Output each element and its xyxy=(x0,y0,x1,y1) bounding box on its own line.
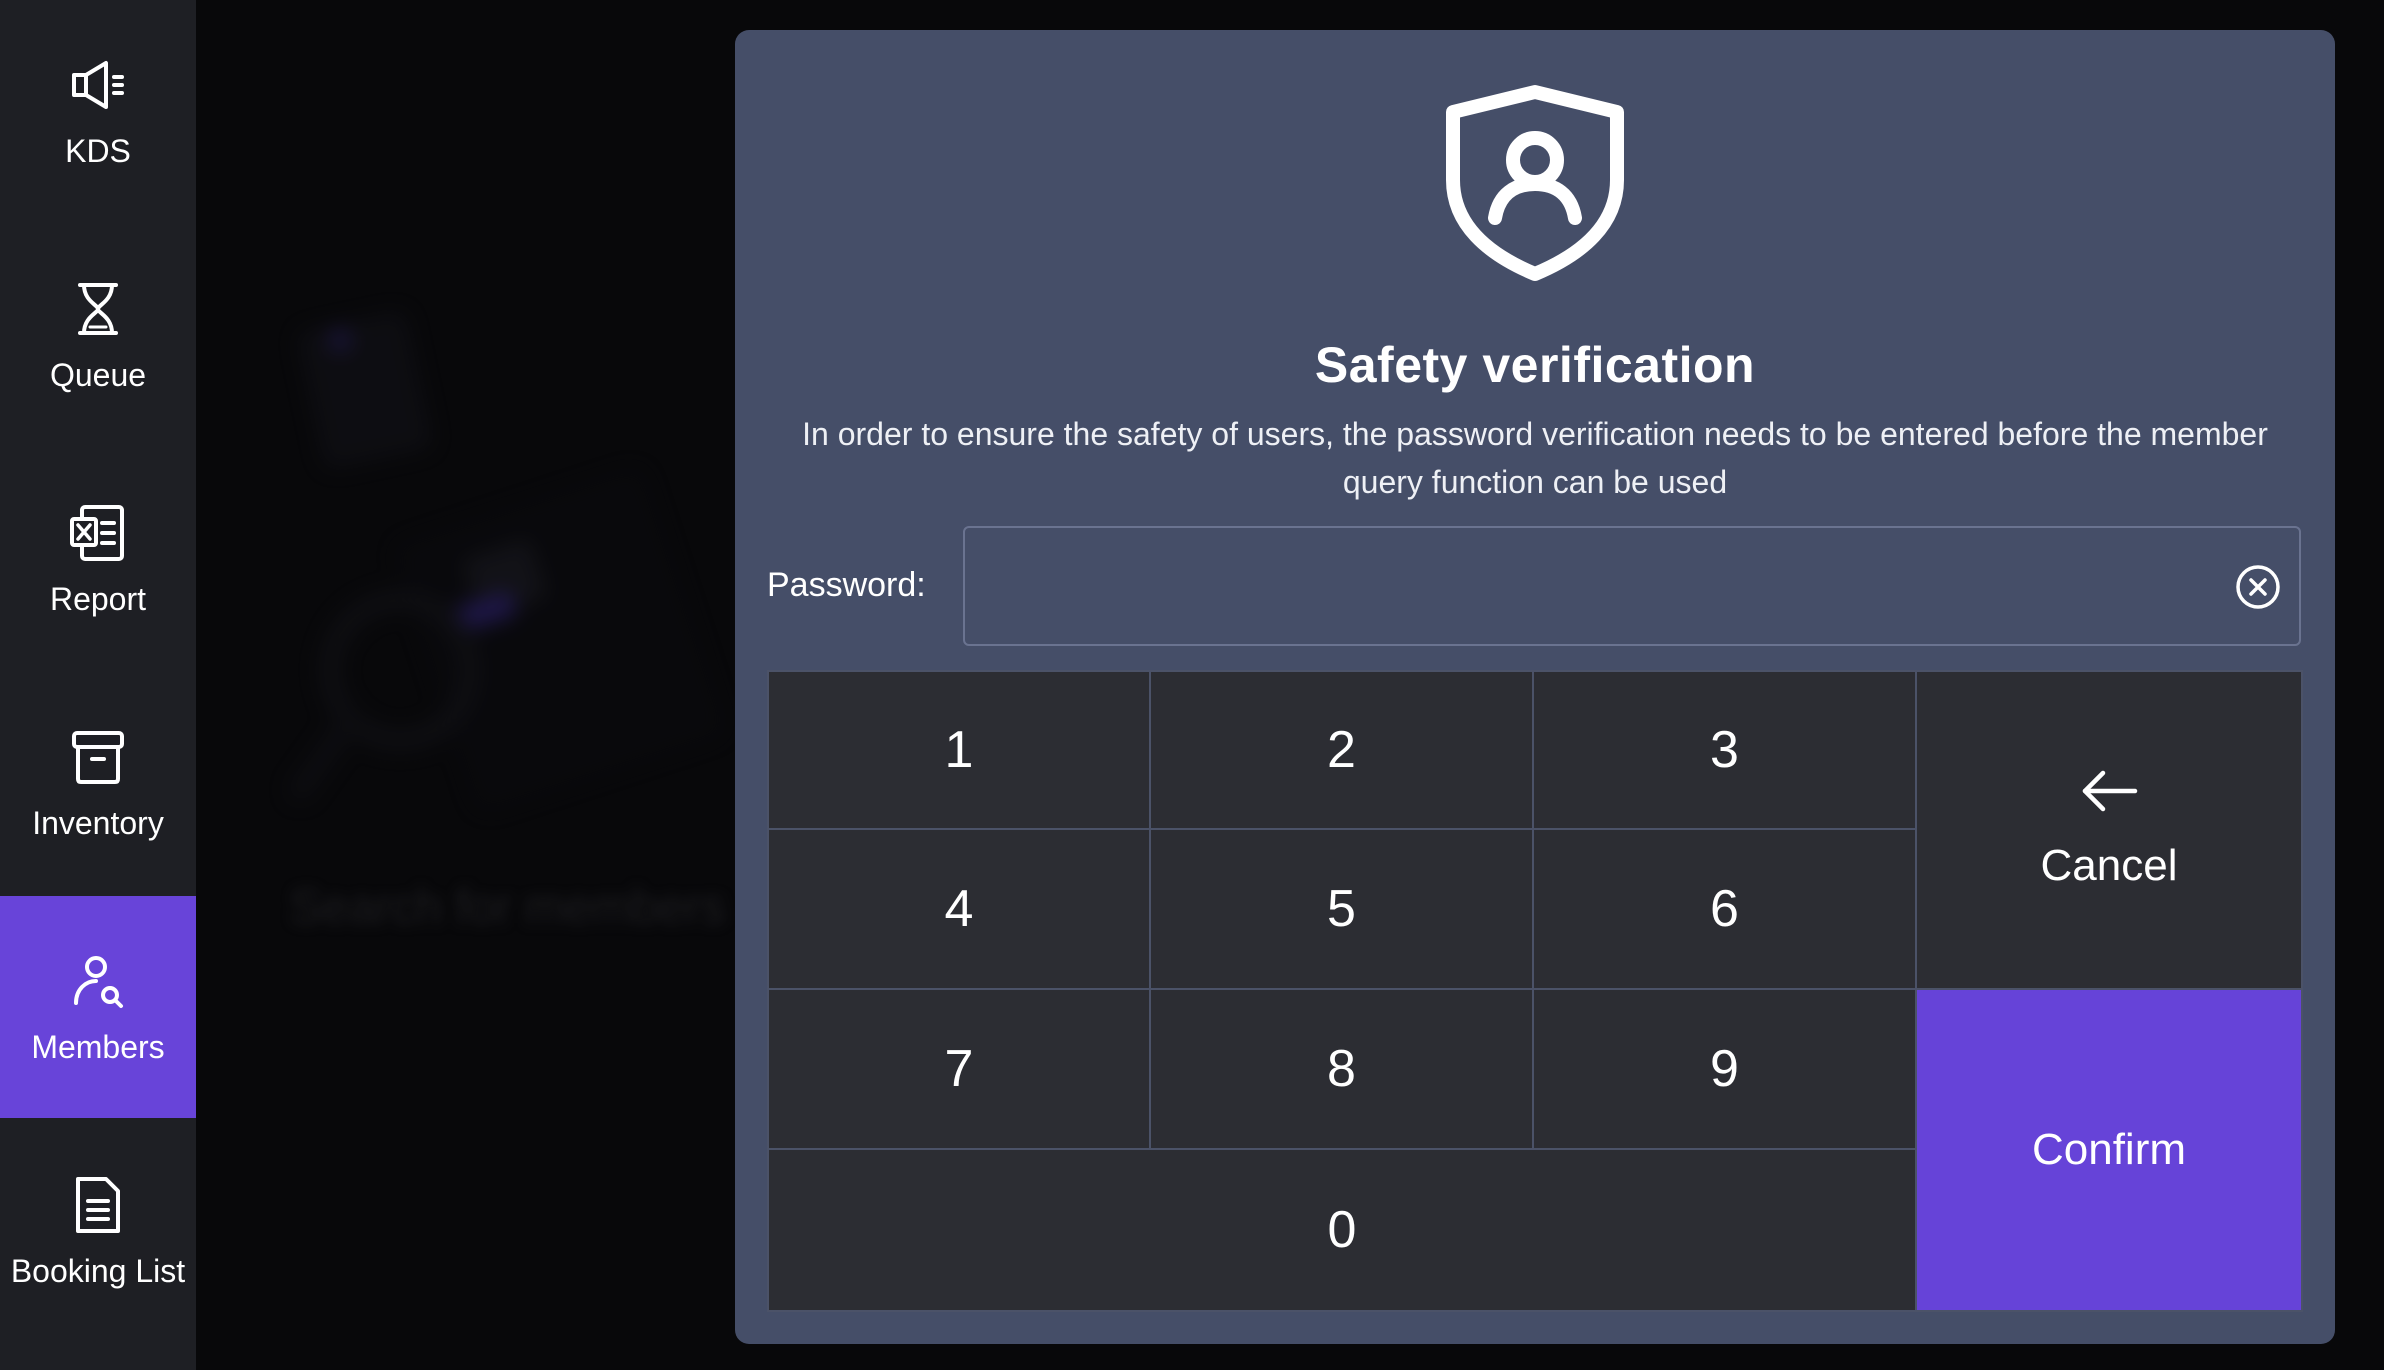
safety-verification-dialog: Safety verification In order to ensure t… xyxy=(735,30,2335,1344)
key-7[interactable]: 7 xyxy=(769,990,1149,1148)
confirm-label: Confirm xyxy=(2031,1125,2187,1174)
sidebar-item-kds[interactable]: KDS xyxy=(0,0,196,222)
key-2[interactable]: 2 xyxy=(1151,672,1532,828)
sidebar-item-label: Queue xyxy=(49,357,147,393)
key-9[interactable]: 9 xyxy=(1534,990,1915,1148)
clear-circle-icon[interactable] xyxy=(2235,564,2281,610)
password-input[interactable] xyxy=(963,526,2301,646)
key-0[interactable]: 0 xyxy=(769,1150,1915,1310)
key-5[interactable]: 5 xyxy=(1151,830,1532,988)
document-icon xyxy=(76,1177,120,1233)
cancel-button[interactable]: Cancel xyxy=(1917,672,2301,988)
sidebar-item-label: Booking List xyxy=(10,1253,186,1289)
confirm-button[interactable]: Confirm xyxy=(1917,990,2301,1310)
password-label: Password: xyxy=(767,566,926,604)
sidebar-item-label: Inventory xyxy=(32,805,164,841)
key-8[interactable]: 8 xyxy=(1151,990,1532,1148)
sidebar-item-label: Members xyxy=(31,1029,165,1065)
numeric-keypad: 1 2 3 4 5 6 7 8 9 0 Cancel Confirm xyxy=(767,670,2303,1312)
key-4[interactable]: 4 xyxy=(769,830,1149,988)
sidebar-item-booking-list[interactable]: Booking List xyxy=(0,1120,196,1342)
dialog-description: In order to ensure the safety of users, … xyxy=(802,416,2268,500)
sidebar-item-queue[interactable]: Queue xyxy=(0,224,196,446)
sidebar-item-report[interactable]: Report xyxy=(0,448,196,670)
member-search-icon xyxy=(74,956,123,1008)
sidebar-item-members[interactable]: Members xyxy=(0,896,196,1118)
dialog-title: Safety verification xyxy=(1314,337,1756,393)
excel-report-icon xyxy=(70,505,124,561)
sidebar-item-inventory[interactable]: Inventory xyxy=(0,672,196,894)
sidebar-item-label: KDS xyxy=(65,133,131,169)
key-3[interactable]: 3 xyxy=(1534,672,1915,828)
speaker-icon xyxy=(72,61,124,109)
key-1[interactable]: 1 xyxy=(769,672,1149,828)
hourglass-icon xyxy=(78,283,118,335)
sidebar: KDS Queue Report Inventory Members Booki… xyxy=(0,0,196,1370)
archive-box-icon xyxy=(72,731,124,784)
key-6[interactable]: 6 xyxy=(1534,830,1915,988)
cancel-label: Cancel xyxy=(2040,841,2178,890)
arrow-left-icon xyxy=(2082,770,2138,812)
sidebar-item-label: Report xyxy=(49,581,147,617)
shield-user-icon xyxy=(1446,85,1624,281)
